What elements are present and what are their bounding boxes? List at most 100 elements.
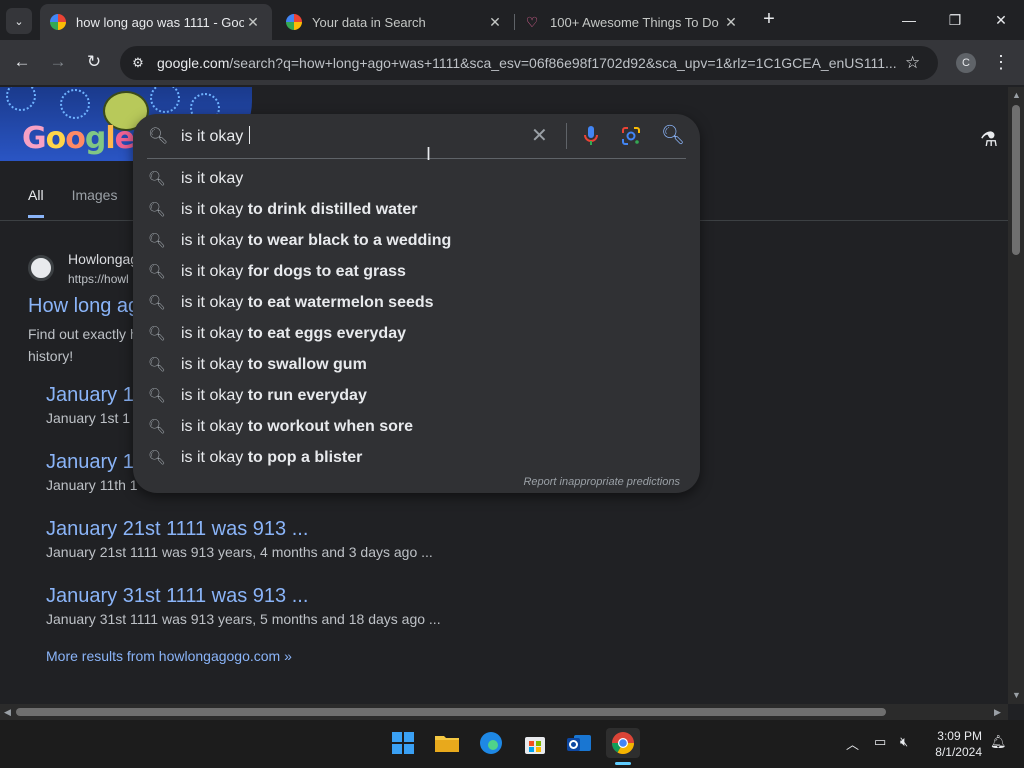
sitelink: January 31st 1111 was 913 ... January 31… xyxy=(46,585,441,627)
vertical-scroll-thumb[interactable] xyxy=(1012,105,1020,255)
suggestion-item[interactable]: 🔍︎ is it okay to workout when sore xyxy=(133,411,700,442)
suggestion-item[interactable]: 🔍︎ is it okay to wear black to a wedding xyxy=(133,225,700,256)
tab-your-data[interactable]: Your data in Search ✕ xyxy=(276,4,514,40)
scroll-left-icon[interactable]: ◀ xyxy=(4,707,11,718)
more-results-link[interactable]: More results from howlongagogo.com » xyxy=(46,648,292,664)
search-icon: 🔍︎ xyxy=(148,325,166,341)
restore-button[interactable]: ❐ xyxy=(932,0,978,40)
windows-start-icon[interactable] xyxy=(388,728,418,758)
vertical-scrollbar[interactable]: ▲ ▼ xyxy=(1008,87,1024,704)
suggestion-completion-text: to pop a blister xyxy=(247,448,363,466)
search-input[interactable]: 🔍︎ is it okay xyxy=(133,114,700,158)
suggestion-item[interactable]: 🔍︎ is it okay to drink distilled water xyxy=(133,194,700,225)
google-g-icon xyxy=(50,14,66,30)
sitelink: January 21st 1111 was 913 ... January 21… xyxy=(46,518,433,560)
search-submit-icon[interactable]: 🔍︎ xyxy=(661,124,685,148)
search-icon: 🔍︎ xyxy=(148,418,166,434)
sitelink-title[interactable]: January 21st 1111 was 913 ... xyxy=(46,518,433,541)
search-icon: 🔍︎ xyxy=(148,263,166,279)
browser-menu-icon[interactable]: ⋮ xyxy=(992,50,1010,74)
url-text[interactable]: google.com/search?q=how+long+ago+was+111… xyxy=(157,46,897,80)
suggestion-base-text: is it okay xyxy=(181,293,248,311)
show-hidden-icons-chevron[interactable]: ︿ xyxy=(846,734,859,753)
search-type-tabs: All Images xyxy=(28,187,117,218)
tab-strip: ⌄ how long ago was 1111 - Goog ✕ Your da… xyxy=(0,0,1024,40)
sitelink-title[interactable]: January 1 xyxy=(46,451,138,474)
suggestion-item[interactable]: 🔍︎ is it okay to eat watermelon seeds xyxy=(133,287,700,318)
forward-button[interactable]: → xyxy=(44,48,72,76)
labs-flask-icon[interactable]: ⚗ xyxy=(980,127,998,152)
search-query-text[interactable]: is it okay xyxy=(181,126,250,146)
divider xyxy=(147,158,686,159)
volume-muted-icon[interactable]: 🔇︎ xyxy=(900,734,908,750)
suggestion-completion-text: to wear black to a wedding xyxy=(247,231,452,249)
browser-toolbar: ← → ↻ ⚙ google.com/search?q=how+long+ago… xyxy=(0,40,1024,86)
notification-bell-icon[interactable]: 🔔︎ xyxy=(990,734,1007,750)
outlook-icon[interactable] xyxy=(564,728,594,758)
address-bar[interactable]: ⚙ google.com/search?q=how+long+ago+was+1… xyxy=(120,46,938,80)
google-logo: Google xyxy=(22,121,135,156)
close-tab-icon[interactable]: ✕ xyxy=(486,14,504,31)
file-explorer-icon[interactable] xyxy=(432,728,462,758)
suggestion-base-text: is it okay xyxy=(181,231,248,249)
site-info-icon[interactable]: ⚙ xyxy=(128,53,148,73)
suggestion-item[interactable]: 🔍︎ is it okay to swallow gum xyxy=(133,349,700,380)
scroll-right-icon[interactable]: ▶ xyxy=(994,707,1001,718)
scroll-down-icon[interactable]: ▼ xyxy=(1012,690,1021,700)
sitelink-title[interactable]: January 31st 1111 was 913 ... xyxy=(46,585,441,608)
suggestion-base-text: is it okay xyxy=(181,262,248,280)
suggestion-completion-text: to eat watermelon seeds xyxy=(247,293,434,311)
close-window-button[interactable]: ✕ xyxy=(978,0,1024,40)
suggestion-completion-text: to run everyday xyxy=(247,386,367,404)
close-tab-icon[interactable]: ✕ xyxy=(244,14,262,31)
suggestion-item[interactable]: 🔍︎ is it okay for dogs to eat grass xyxy=(133,256,700,287)
back-button[interactable]: ← xyxy=(8,48,36,76)
suggestion-base-text: is it okay xyxy=(181,448,248,466)
profile-avatar[interactable]: C xyxy=(956,53,976,73)
system-clock[interactable]: 3:09 PM 8/1/2024 xyxy=(920,728,982,760)
scroll-up-icon[interactable]: ▲ xyxy=(1012,90,1021,100)
minimize-button[interactable]: — xyxy=(886,0,932,40)
suggestion-item[interactable]: 🔍︎ is it okay to run everyday xyxy=(133,380,700,411)
suggestion-base-text: is it okay xyxy=(181,169,244,187)
reload-button[interactable]: ↻ xyxy=(80,48,108,76)
suggestion-base-text: is it okay xyxy=(181,386,248,404)
tab-search-button[interactable]: ⌄ xyxy=(6,8,32,34)
search-icon: 🔍︎ xyxy=(148,128,169,145)
tab-images[interactable]: Images xyxy=(72,187,118,218)
report-predictions-link[interactable]: Report inappropriate predictions xyxy=(523,476,680,488)
result-site-url[interactable]: https://howl xyxy=(68,272,129,286)
text-caret xyxy=(248,126,250,144)
tab-awesome-things[interactable]: ♡ 100+ Awesome Things To Do W ✕ xyxy=(514,4,750,40)
suggestion-item[interactable]: 🔍︎ is it okay to pop a blister xyxy=(133,442,700,473)
suggestion-base-text: is it okay xyxy=(181,355,248,373)
suggestion-item[interactable]: 🔍︎ is it okay to eat eggs everyday xyxy=(133,318,700,349)
site-favicon[interactable] xyxy=(28,255,54,281)
edge-browser-icon[interactable] xyxy=(476,728,506,758)
clear-search-icon[interactable]: ✕ xyxy=(531,124,548,148)
sitelink-snippet: January 31st 1111 was 913 years, 5 month… xyxy=(46,611,441,627)
divider xyxy=(566,123,567,149)
sitelink-title[interactable]: January 1 xyxy=(46,384,134,407)
microphone-icon[interactable] xyxy=(583,124,599,148)
network-icon[interactable]: ▭ xyxy=(874,734,886,750)
tab-all[interactable]: All xyxy=(28,187,44,218)
horizontal-scroll-thumb[interactable] xyxy=(16,708,886,716)
bookmark-star-icon[interactable]: ☆ xyxy=(905,53,920,73)
chrome-icon[interactable] xyxy=(606,728,640,758)
suggestion-item[interactable]: 🔍︎ is it okay xyxy=(133,163,700,194)
suggestion-base-text: is it okay xyxy=(181,417,248,435)
tab-google-search[interactable]: how long ago was 1111 - Goog ✕ xyxy=(40,4,272,40)
search-autocomplete: 🔍︎ is it okay ✕ 🔍︎ 🔍︎ is it okay 🔍︎ is it o… xyxy=(133,114,700,493)
tab-title: 100+ Awesome Things To Do W xyxy=(550,14,722,30)
search-icon: 🔍︎ xyxy=(148,232,166,248)
result-title-link[interactable]: How long ag xyxy=(28,295,139,318)
new-tab-button[interactable]: + xyxy=(758,8,780,30)
clock-date: 8/1/2024 xyxy=(935,745,982,759)
microsoft-store-icon[interactable] xyxy=(520,728,550,758)
suggestion-completion-text: to drink distilled water xyxy=(247,200,418,218)
google-lens-icon[interactable] xyxy=(621,126,641,146)
close-tab-icon[interactable]: ✕ xyxy=(722,14,740,31)
sitelink-snippet: January 21st 1111 was 913 years, 4 month… xyxy=(46,544,433,560)
horizontal-scrollbar[interactable]: ◀ ▶ xyxy=(0,704,1008,720)
